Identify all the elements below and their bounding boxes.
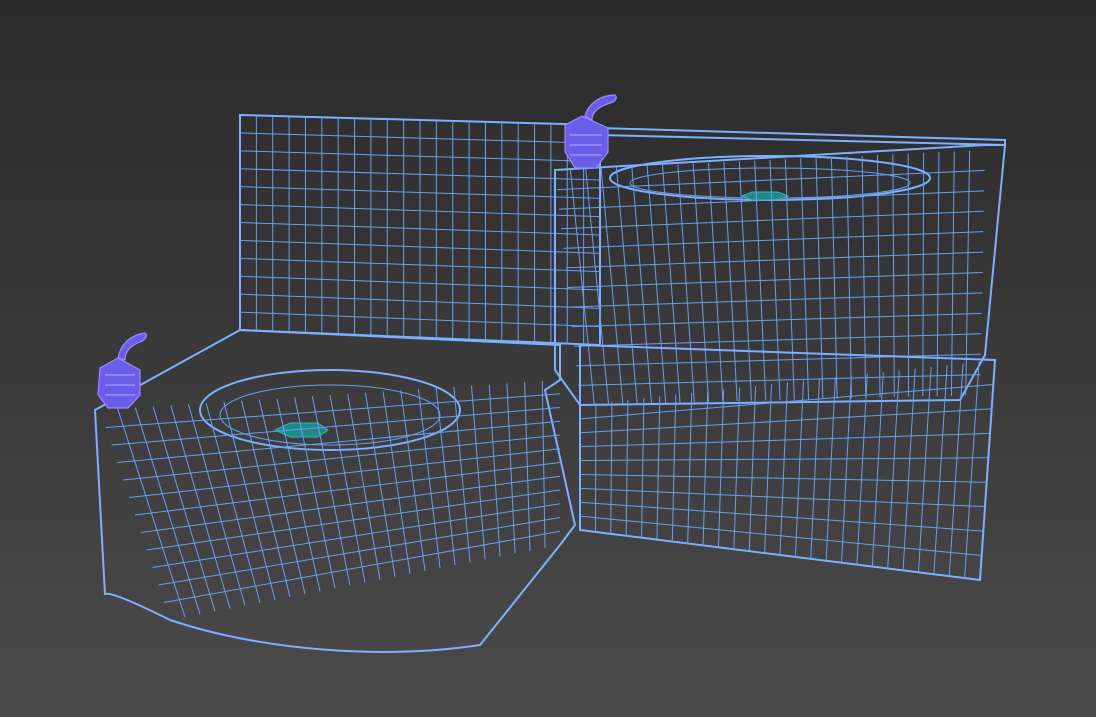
wire-edge [671,394,677,542]
wire-edge [687,392,693,544]
left-bubbler[interactable] [97,332,147,409]
bubbler-icon [97,332,147,409]
wire-edge [579,383,994,420]
wire-edge [625,399,629,536]
wire-edge [656,396,661,540]
wire-edge [856,373,868,565]
wire-edge [748,385,757,552]
wire-edge [841,375,852,563]
wire-edge [810,379,820,559]
wire-edge [641,398,645,538]
wire-edge [764,384,773,554]
wire-edge [933,365,948,575]
wire-edge [779,382,788,556]
wire-edge [610,401,613,534]
low-basin[interactable] [93,328,577,653]
wire-edge [164,530,561,603]
wire-edge [717,389,725,548]
wireframe-scene[interactable] [0,0,1096,717]
drain-icon [740,191,790,201]
bubbler-icon [564,94,617,169]
wire-edge [594,403,597,532]
right-bubbler[interactable] [564,94,617,169]
3d-viewport[interactable] [0,0,1096,717]
wire-edge [902,368,916,571]
wire-edge [733,387,741,550]
wire-edge [917,366,932,573]
wire-edge [702,391,709,546]
back-panel[interactable] [239,113,601,347]
wire-edge [794,380,804,557]
high-basin[interactable] [554,126,1007,407]
wire-edge [964,361,980,579]
wire-edge [825,377,836,561]
